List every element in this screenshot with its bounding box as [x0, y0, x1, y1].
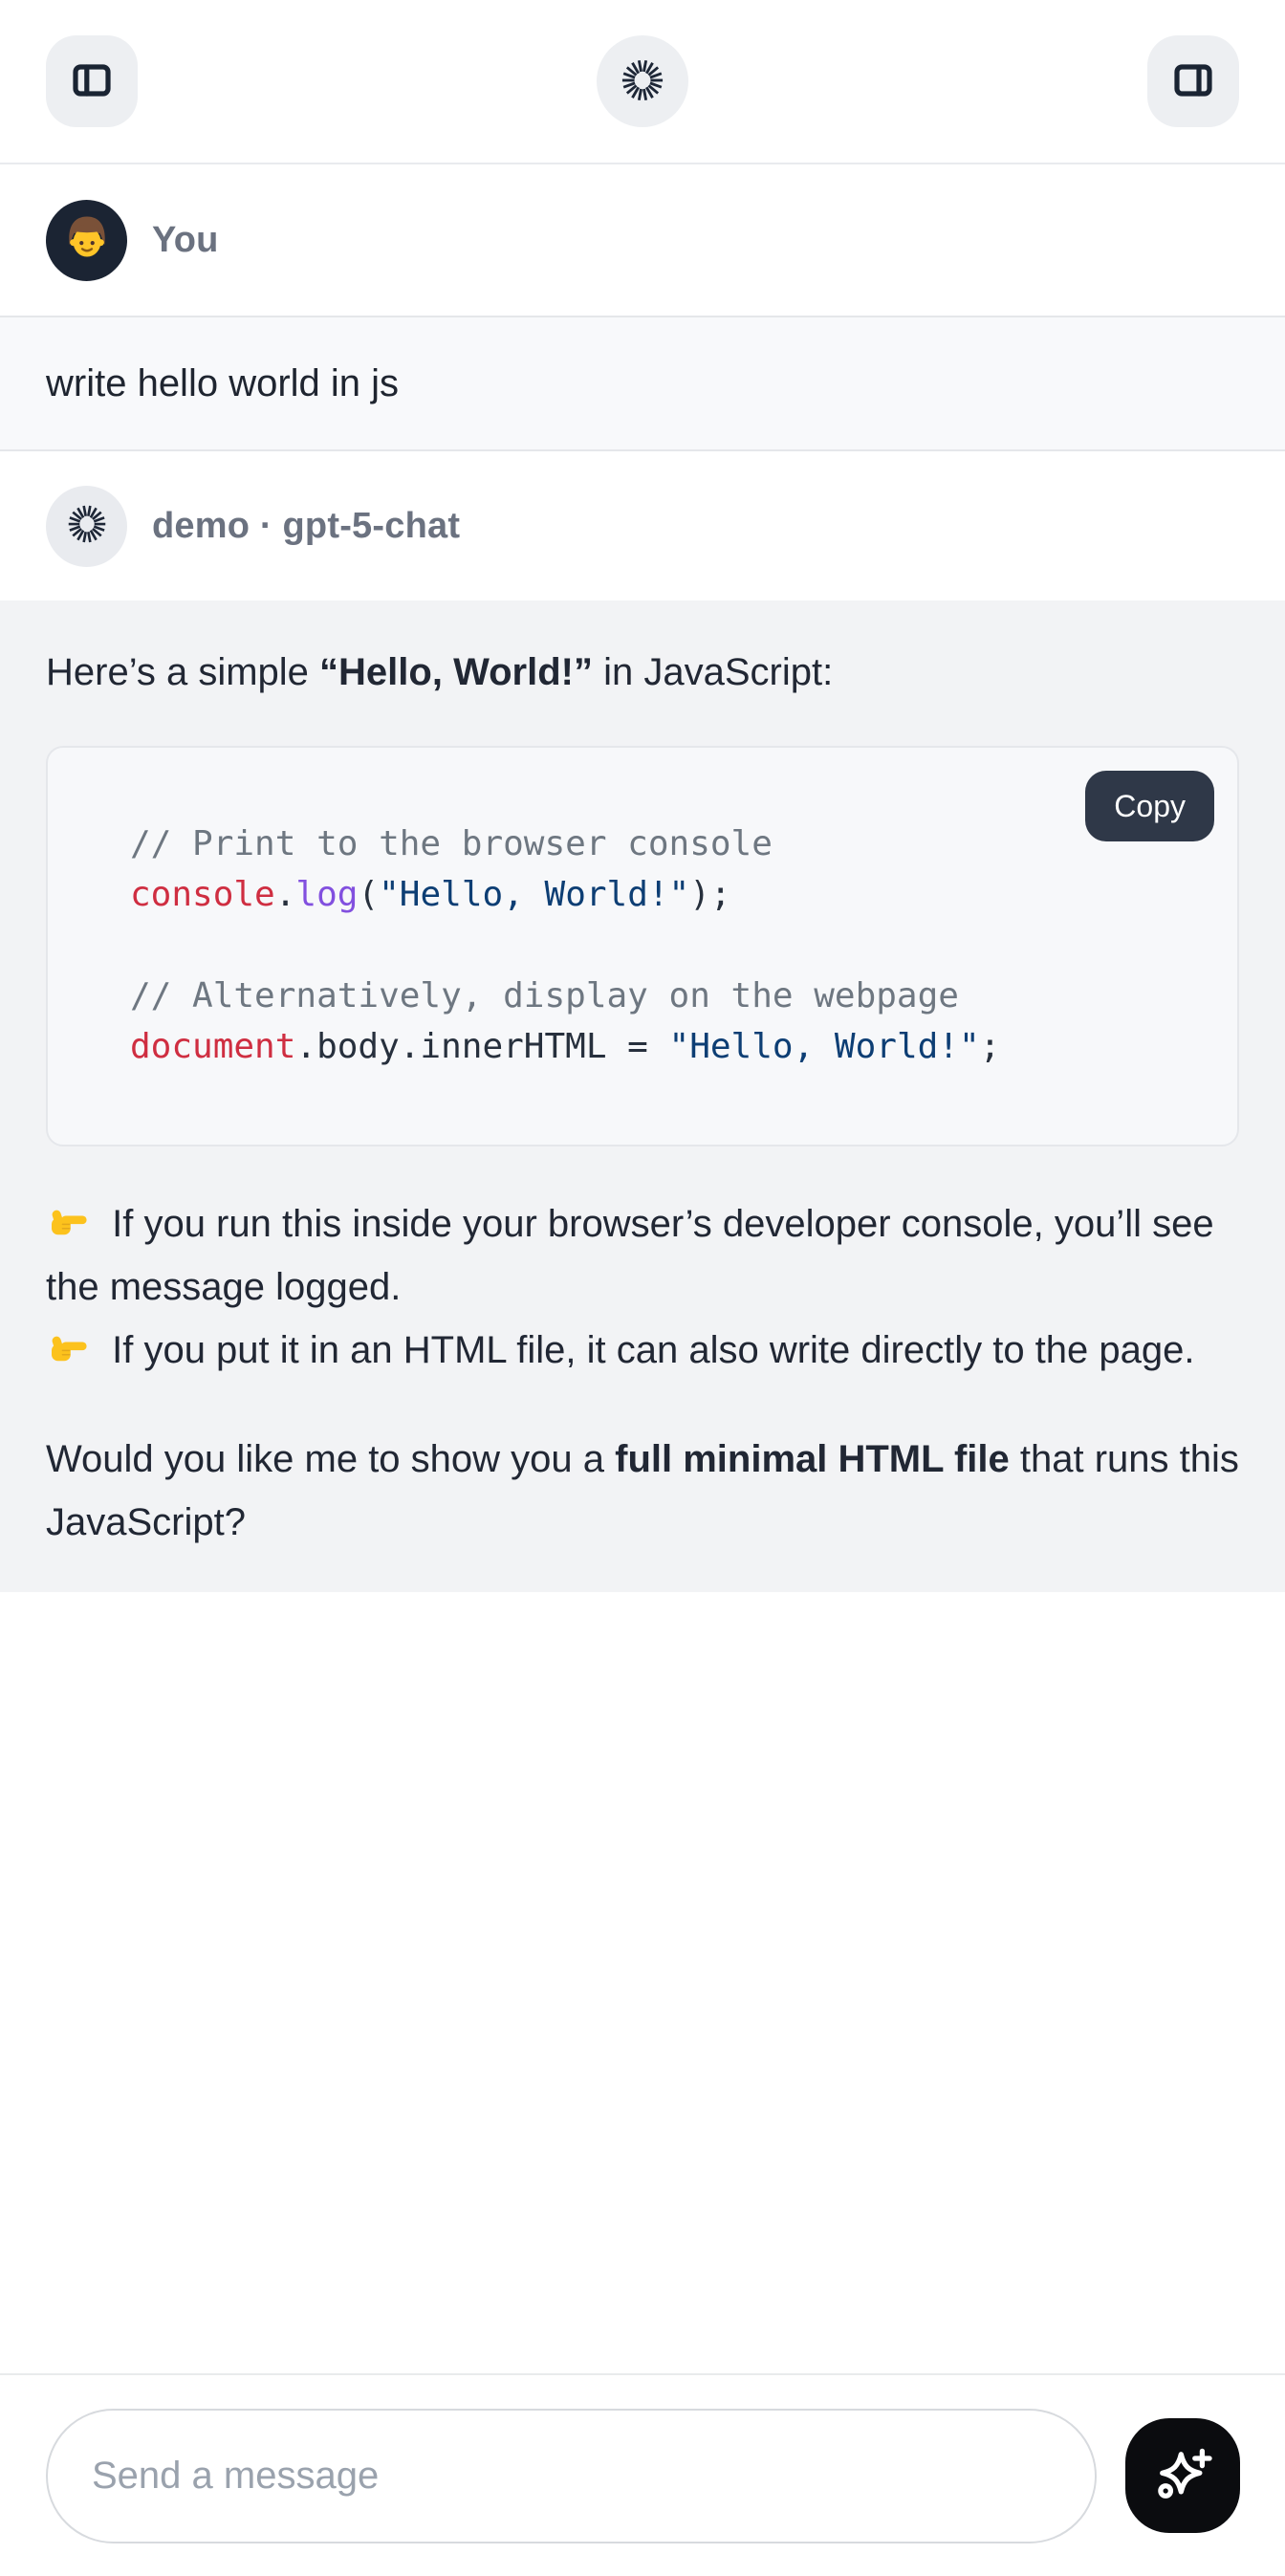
code-block: Copy // Print to the browser console con… [46, 746, 1239, 1146]
code-content: // Print to the browser console console.… [130, 819, 1199, 1072]
composer-bar [0, 2373, 1285, 2576]
top-bar [0, 0, 1285, 164]
starburst-icon [67, 504, 107, 549]
user-message: write hello world in js [0, 316, 1285, 451]
assistant-question-paragraph: Would you like me to show you a full min… [46, 1428, 1239, 1554]
user-message-text: write hello world in js [46, 362, 399, 405]
assistant-message-header: demo · gpt-5-chat [0, 451, 1285, 600]
user-avatar [46, 200, 127, 281]
sidebar-right-icon [1170, 57, 1216, 106]
copy-button[interactable]: Copy [1085, 771, 1214, 841]
intro-bold-text: “Hello, World!” [319, 651, 593, 693]
pointing-right-emoji [46, 1199, 92, 1245]
assistant-name-label: demo · gpt-5-chat [152, 506, 460, 547]
question-text: Would you like me to show you a [46, 1438, 615, 1480]
empty-scroll-area [0, 1592, 1285, 2373]
user-name-label: You [152, 220, 219, 261]
assistant-avatar [46, 486, 127, 567]
left-sidebar-button[interactable] [46, 35, 138, 127]
message-input[interactable] [46, 2409, 1097, 2543]
model-logo-button[interactable] [597, 35, 688, 127]
assistant-tips-paragraph: If you run this inside your browser’s de… [46, 1192, 1239, 1382]
person-emoji [57, 208, 117, 273]
assistant-intro-paragraph: Here’s a simple “Hello, World!” in JavaS… [46, 641, 1239, 704]
tip-line-1: If you run this inside your browser’s de… [46, 1203, 1214, 1308]
starburst-icon [621, 58, 664, 105]
send-button[interactable] [1125, 2418, 1240, 2533]
assistant-message: Here’s a simple “Hello, World!” in JavaS… [0, 600, 1285, 1592]
chat-app: You write hello world in js demo · gpt-5… [0, 0, 1285, 2576]
intro-text-post: in JavaScript: [593, 651, 833, 693]
pointing-right-emoji [46, 1325, 92, 1371]
intro-text: Here’s a simple [46, 651, 319, 693]
right-sidebar-button[interactable] [1147, 35, 1239, 127]
sparkle-plus-icon [1150, 2442, 1215, 2510]
user-message-header: You [0, 164, 1285, 316]
sidebar-left-icon [69, 57, 115, 106]
question-bold-text: full minimal HTML file [615, 1438, 1010, 1480]
tip-line-2: If you put it in an HTML file, it can al… [101, 1329, 1195, 1371]
